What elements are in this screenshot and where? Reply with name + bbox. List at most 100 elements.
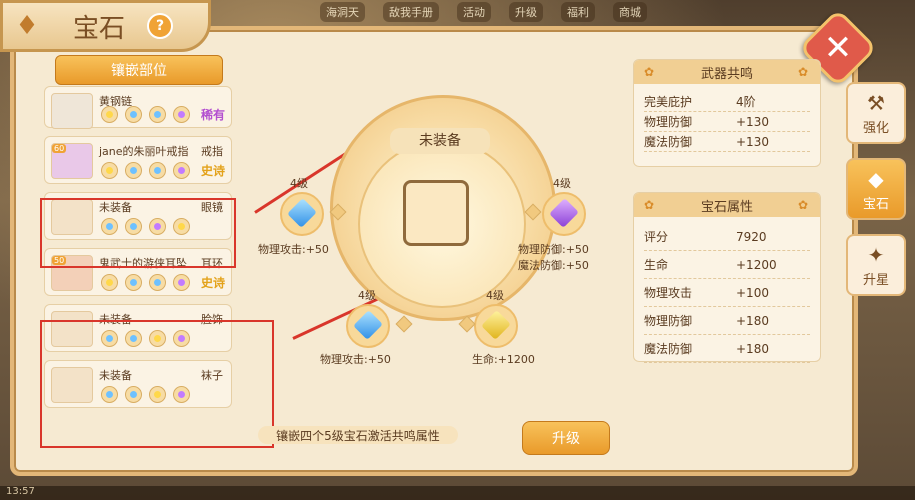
rarity-label: 史诗 [200,276,225,290]
gem-socket [101,162,118,179]
gem-attr: 物理攻击:+50 [320,353,391,366]
gem-node[interactable] [474,304,518,348]
stat-row: 魔法防御 +130 [644,132,810,152]
gem-attr: 物理攻击:+50 [258,243,329,256]
slot-item[interactable]: 60 jane的朱丽叶戒指 戒指 史诗 [44,136,232,184]
gem-socket [125,274,142,291]
gem-level: 4级 [486,289,504,302]
stat-row: 物理攻击 +100 [644,279,810,307]
yellow-gem-icon [481,310,511,340]
resonance-note: 镶嵌四个5级宝石激活共鸣属性 [258,426,458,444]
stat-row: 评分 7920 [644,223,810,251]
flower-icon: ✿ [644,65,655,79]
hud-item[interactable]: 敌我手册 [383,2,439,22]
flower-icon: ✿ [798,65,809,79]
highlight-box [40,320,274,448]
slot-item-type: 戒指 [201,145,223,158]
slot-item-name: jane的朱丽叶戒指 [99,145,189,158]
stat-value: +1200 [736,257,777,272]
status-bar: 13:57 [0,486,915,500]
panel-title: ✿ 武器共鸣 ✿ [634,60,820,84]
tab-label: 升星 [862,272,889,288]
gem-node[interactable] [542,192,586,236]
center-item-slot[interactable] [403,180,469,246]
stat-key: 完美庇护 [644,95,693,109]
gem-level: 4级 [290,177,308,190]
hud-item[interactable]: 海洞天 [320,2,365,22]
gem-icon: ◆ [868,166,884,191]
tab-label: 宝石 [862,196,889,212]
stat-value: 7920 [736,229,767,244]
hud-item[interactable]: 活动 [457,2,491,22]
tab-gem[interactable]: ◆ 宝石 [846,158,906,220]
gem-attr: 物理防御:+50 [518,243,589,256]
gem-socket-row [101,274,190,291]
stat-row: 物理防御 +130 [644,112,810,132]
gem-node[interactable] [346,304,390,348]
stat-value: +180 [736,341,769,356]
stat-row: 完美庇护 4阶 [644,92,810,112]
gem-socket-row [101,106,190,123]
gem-socket [149,274,166,291]
gem-socket [173,274,190,291]
title-tab: ♦ 宝石 ? [0,0,211,52]
center-item-label: 未装备 [390,128,490,154]
gem-crystal-icon: ♦ [15,11,39,41]
gem-socket [173,162,190,179]
item-thumbnail [51,93,93,129]
stat-value: +100 [736,285,769,300]
hud-item[interactable]: 商城 [613,2,647,22]
gem-socket [101,274,118,291]
stat-value: 4阶 [736,95,756,109]
gem-level: 4级 [553,177,571,190]
gem-socket [149,162,166,179]
stat-value: +180 [736,313,769,328]
blue-gem-icon [287,198,317,228]
gem-level: 4级 [358,289,376,302]
window-title: 宝石 [73,13,126,44]
slot-item[interactable]: 黄钢链 稀有 [44,86,232,129]
stat-key: 物理防御 [644,115,693,129]
panel-title: ✿ 宝石属性 ✿ [634,193,820,217]
top-hud: 海洞天 敌我手册 活动 升级 福利 商城 [320,0,740,24]
weapon-resonance-panel: ✿ 武器共鸣 ✿ 完美庇护 4阶 物理防御 +130 魔法防御 +130 [633,59,821,167]
gem-socket-row [101,162,190,179]
stat-row: 魔法防御 +180 [644,335,810,363]
rarity-label: 稀有 [200,108,225,122]
weapon-resonance-title: 武器共鸣 [700,66,753,82]
stat-key: 生命 [644,258,669,272]
highlight-box [40,198,236,268]
tab-enhance[interactable]: ⚒ 强化 [846,82,906,144]
gem-socket [173,106,190,123]
hud-item[interactable]: 升级 [509,2,543,22]
gem-socket [125,106,142,123]
stat-value: +130 [736,134,769,149]
upgrade-button[interactable]: 升级 [522,421,610,455]
stat-value: +130 [736,114,769,129]
flower-icon: ✿ [798,198,809,212]
help-icon[interactable]: ? [147,13,174,39]
stat-key: 魔法防御 [644,342,693,356]
tab-star-up[interactable]: ✦ 升星 [846,234,906,296]
stat-row: 生命 +1200 [644,251,810,279]
status-time: 13:57 [6,486,35,497]
gem-socket [149,106,166,123]
tab-label: 强化 [862,120,889,136]
item-thumbnail: 60 [51,143,93,179]
gem-attr: 魔法防御:+50 [518,259,589,272]
stat-key: 物理防御 [644,314,693,328]
flower-icon: ✿ [644,198,655,212]
gem-socket [125,162,142,179]
gem-node[interactable] [280,192,324,236]
gem-attr: 生命:+1200 [472,353,535,366]
gem-attributes-title: 宝石属性 [700,199,753,215]
purple-gem-icon [549,198,579,228]
hud-item[interactable]: 福利 [561,2,595,22]
gem-socket [101,106,118,123]
blue-gem-icon [353,310,383,340]
level-badge: 60 [52,144,67,153]
star-altar-icon: ✦ [867,242,885,267]
stat-row: 物理防御 +180 [644,307,810,335]
slot-list-header: 镶嵌部位 [55,55,223,85]
stat-key: 物理攻击 [644,286,693,300]
